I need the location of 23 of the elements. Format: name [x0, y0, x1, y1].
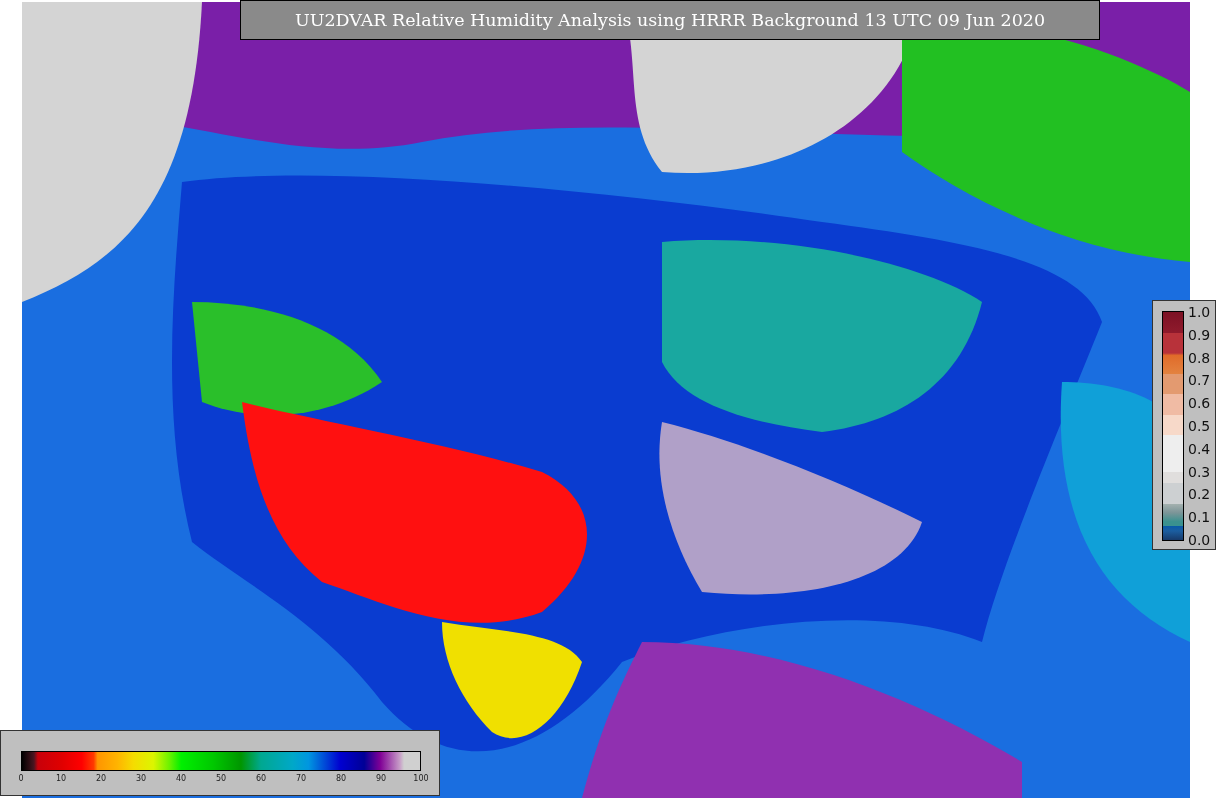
tick-label: 80 — [335, 774, 347, 783]
tick-label: 90 — [375, 774, 387, 783]
tick-label: 0.3 — [1188, 464, 1211, 479]
tick-label: 20 — [95, 774, 107, 783]
tick-label: 0.4 — [1188, 441, 1211, 456]
tick-label: 0.2 — [1188, 487, 1211, 502]
tick-label: 30 — [135, 774, 147, 783]
map-title: UU2DVAR Relative Humidity Analysis using HRRR Background 13 UTC 09 Jun 2020 — [240, 0, 1100, 40]
tick-label: 100 — [413, 774, 429, 783]
tick-label: 0 — [18, 774, 24, 783]
tick-label: 0.5 — [1188, 419, 1211, 433]
tick-label: 1.0 — [1188, 305, 1211, 319]
tick-label: 40 — [175, 774, 187, 783]
tick-label: 0.1 — [1188, 510, 1211, 525]
tick-label: 0.9 — [1188, 327, 1211, 342]
tick-label: 0.0 — [1188, 532, 1211, 547]
tick-label: 60 — [255, 774, 267, 783]
tick-label: 10 — [55, 774, 67, 783]
tick-label: 0.7 — [1188, 373, 1211, 388]
tick-label: 50 — [215, 774, 227, 783]
tick-label: 0.8 — [1188, 350, 1211, 365]
tick-label: 0.6 — [1188, 396, 1211, 411]
tick-label: 70 — [295, 774, 307, 783]
